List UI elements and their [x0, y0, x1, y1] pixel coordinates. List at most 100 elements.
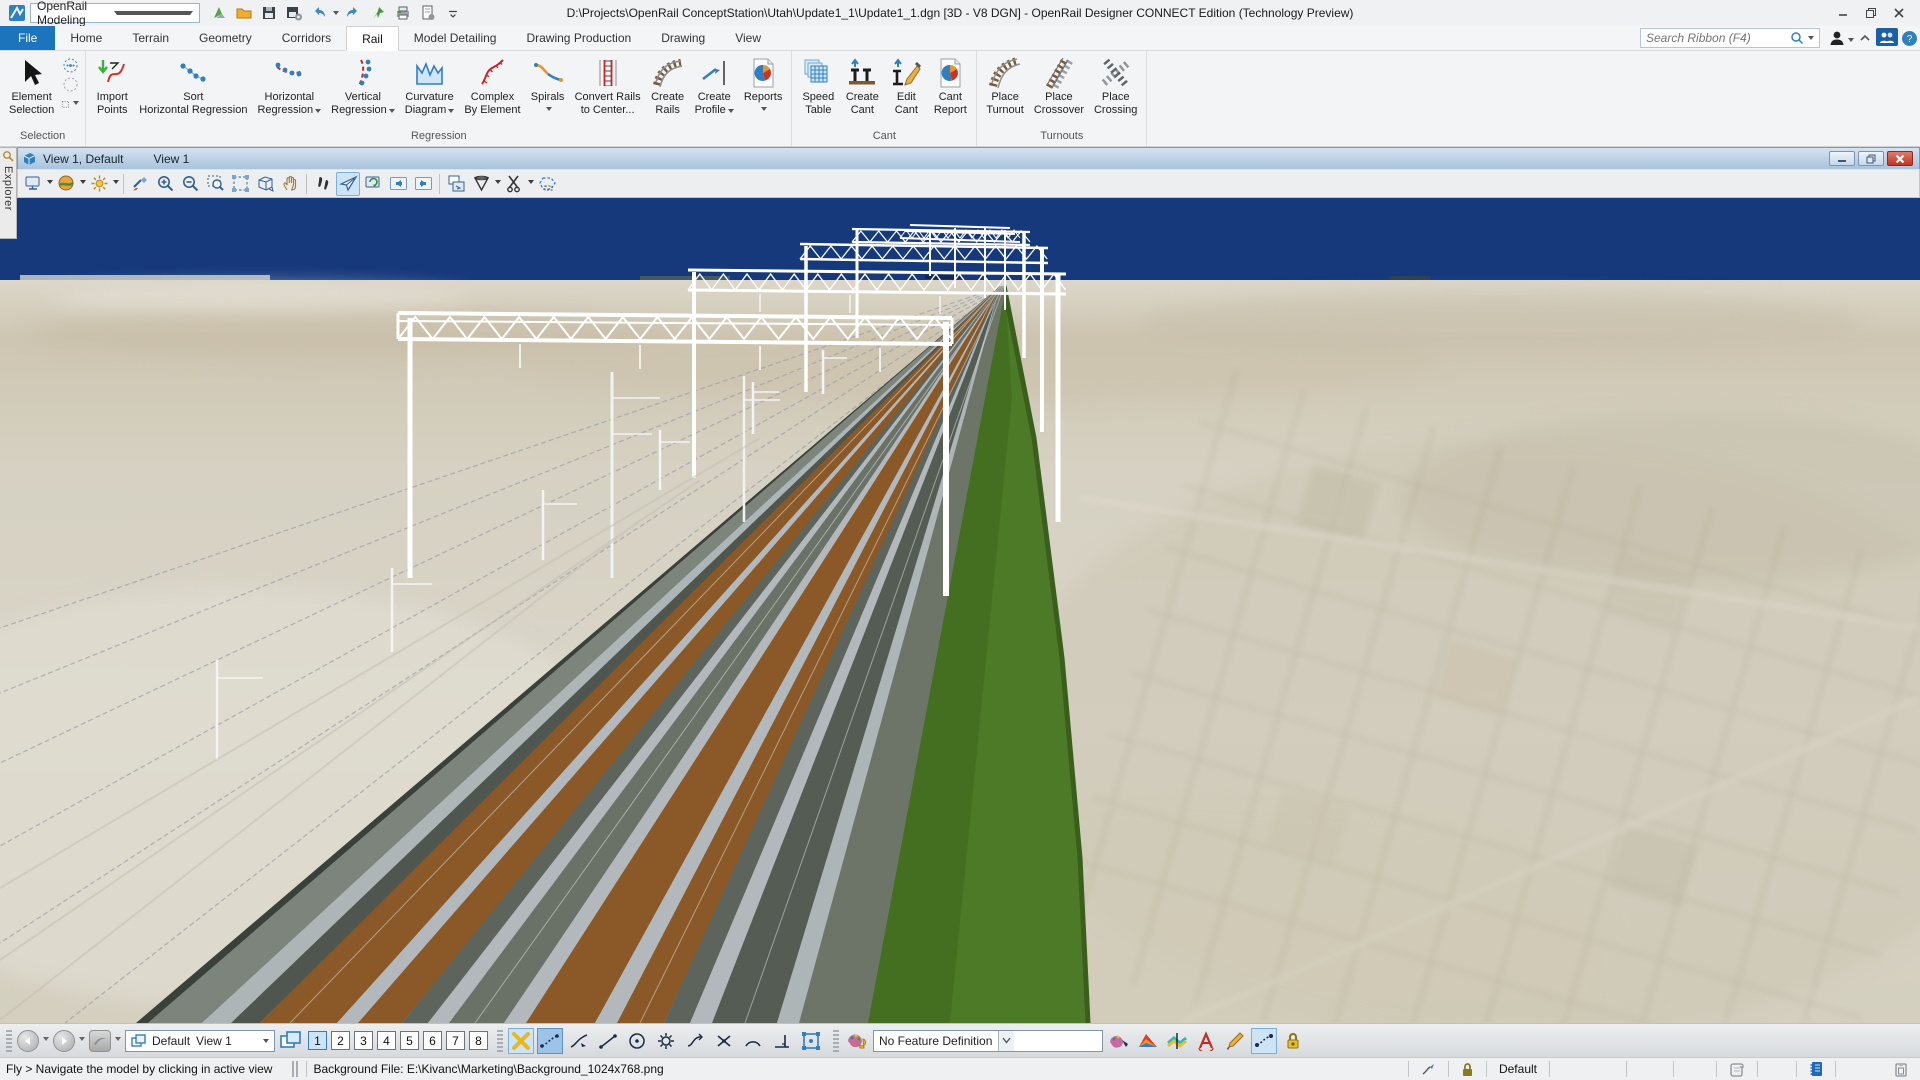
clip-mask-dropdown-icon[interactable]: [528, 180, 534, 187]
snap-mode-indicator[interactable]: [1415, 1058, 1442, 1080]
view-previous-icon[interactable]: [386, 172, 410, 196]
save-settings-icon[interactable]: [283, 3, 305, 23]
fence-mode-icon[interactable]: [61, 96, 79, 113]
view-history-button[interactable]: [89, 1030, 111, 1052]
adjust-brightness-icon[interactable]: [87, 172, 111, 196]
zoom-in-icon[interactable]: [153, 172, 177, 196]
view-next-icon[interactable]: [411, 172, 435, 196]
view-number-4[interactable]: 4: [377, 1031, 396, 1050]
tab-view[interactable]: View: [720, 26, 776, 50]
view-redo-dropdown-icon[interactable]: [79, 1037, 85, 1044]
edit-cant-button[interactable]: Edit Cant: [884, 53, 928, 119]
viewport-3d-scene[interactable]: [0, 198, 1920, 1023]
tab-corridors[interactable]: Corridors: [267, 26, 346, 50]
civil-accudraw-icon[interactable]: [537, 1028, 563, 1054]
clip-volume-dropdown-icon[interactable]: [495, 180, 501, 187]
clip-mask-icon[interactable]: [502, 172, 526, 196]
feature-combo-arrow[interactable]: [998, 1031, 1014, 1051]
import-points-button[interactable]: Import Points: [90, 53, 134, 119]
zoom-out-icon[interactable]: [178, 172, 202, 196]
cross-section-icon[interactable]: [1164, 1028, 1190, 1054]
civil-message-center-icon[interactable]: [1251, 1028, 1277, 1054]
complex-by-element-button[interactable]: Complex By Element: [459, 53, 525, 119]
vertical-regression-button[interactable]: Vertical Regression: [326, 53, 400, 119]
clip-volume-icon[interactable]: [469, 172, 493, 196]
copy-view-icon[interactable]: [444, 172, 468, 196]
walk-icon[interactable]: [311, 172, 335, 196]
feature-toggle-icon[interactable]: [844, 1028, 870, 1054]
feature-lock-icon[interactable]: [1280, 1028, 1306, 1054]
print-icon[interactable]: [392, 3, 414, 23]
rotate-view-icon[interactable]: [253, 172, 277, 196]
tab-geometry[interactable]: Geometry: [184, 26, 267, 50]
view-undo-button[interactable]: [17, 1030, 39, 1052]
pan-view-icon[interactable]: [278, 172, 302, 196]
minimize-ribbon-icon[interactable]: [1854, 28, 1876, 48]
view-attributes-dropdown-icon[interactable]: [47, 180, 53, 187]
view-attributes-icon[interactable]: [21, 172, 45, 196]
close-button[interactable]: [1890, 5, 1908, 21]
create-rails-button[interactable]: Create Rails: [646, 53, 690, 119]
tab-terrain[interactable]: Terrain: [117, 26, 184, 50]
display-style-icon[interactable]: [54, 172, 78, 196]
search-dropdown-icon[interactable]: [1808, 36, 1814, 43]
workflow-selector[interactable]: OpenRail Modeling: [30, 3, 200, 23]
tab-model-detailing[interactable]: Model Detailing: [399, 26, 512, 50]
connect-advisor-icon[interactable]: [1876, 28, 1898, 46]
explorer-panel-tab[interactable]: Explorer: [0, 147, 17, 239]
restore-button[interactable]: [1862, 5, 1880, 21]
customize-quick-access-icon[interactable]: [442, 3, 464, 23]
view-toggles-icon[interactable]: [278, 1028, 304, 1054]
brightness-dropdown-icon[interactable]: [113, 180, 119, 187]
active-selection-mode-icon[interactable]: [61, 57, 79, 74]
save-icon[interactable]: [258, 3, 280, 23]
create-profile-button[interactable]: Create Profile: [690, 53, 739, 119]
selection-mode-icon[interactable]: [61, 76, 79, 93]
reports-button[interactable]: Reports: [739, 53, 788, 116]
place-turnout-button[interactable]: Place Turnout: [981, 53, 1029, 119]
active-model-indicator[interactable]: Default: [1493, 1058, 1543, 1080]
fit-view-icon[interactable]: [228, 172, 252, 196]
circle-icon[interactable]: [624, 1028, 650, 1054]
compass-icon[interactable]: [208, 3, 230, 23]
element-selection-button[interactable]: Element Selection: [4, 53, 59, 119]
display-style-dropdown-icon[interactable]: [80, 180, 86, 187]
navigate-view-icon[interactable]: [361, 172, 385, 196]
place-crossing-button[interactable]: Place Crossing: [1089, 53, 1142, 119]
pin-icon[interactable]: [367, 3, 389, 23]
view-number-6[interactable]: 6: [423, 1031, 442, 1050]
tab-drawing[interactable]: Drawing: [646, 26, 720, 50]
view-number-8[interactable]: 8: [469, 1031, 488, 1050]
cross-icon[interactable]: [711, 1028, 737, 1054]
tab-drawing-production[interactable]: Drawing Production: [511, 26, 646, 50]
create-cant-button[interactable]: Create Cant: [840, 53, 884, 119]
feature-definition-combo[interactable]: No Feature Definition: [873, 1030, 1103, 1052]
undo-dropdown-icon[interactable]: [333, 11, 339, 18]
gear-icon[interactable]: [653, 1028, 679, 1054]
spline-icon[interactable]: [682, 1028, 708, 1054]
toolbar-grip[interactable]: [833, 1030, 839, 1052]
section-clip-icon[interactable]: [535, 172, 559, 196]
properties-icon[interactable]: [417, 3, 439, 23]
selection-set-indicator[interactable]: [1723, 1058, 1751, 1080]
sort-horizontal-regression-button[interactable]: Sort Horizontal Regression: [134, 53, 252, 119]
clear-override-icon[interactable]: [128, 172, 152, 196]
notifications-indicator[interactable]: [1803, 1058, 1829, 1080]
tab-home[interactable]: Home: [55, 26, 117, 50]
horizontal-regression-button[interactable]: Horizontal Regression: [252, 53, 326, 119]
ribbon-search[interactable]: [1640, 28, 1820, 48]
redo-icon[interactable]: [342, 3, 364, 23]
tab-rail[interactable]: Rail: [346, 26, 399, 51]
view-history-dropdown-icon[interactable]: [115, 1037, 121, 1044]
annotation-icon[interactable]: [1193, 1028, 1219, 1054]
curve-pen-icon[interactable]: [566, 1028, 592, 1054]
match-feature-icon[interactable]: [1106, 1028, 1132, 1054]
fly-icon[interactable]: [336, 172, 360, 196]
undo-icon[interactable]: [308, 3, 330, 23]
search-input[interactable]: [1646, 31, 1786, 45]
toolbar-grip[interactable]: [6, 1030, 12, 1052]
toolbar-grip[interactable]: [497, 1030, 503, 1052]
user-icon[interactable]: [1826, 28, 1848, 48]
view-redo-button[interactable]: [53, 1030, 75, 1052]
open-folder-icon[interactable]: [233, 3, 255, 23]
